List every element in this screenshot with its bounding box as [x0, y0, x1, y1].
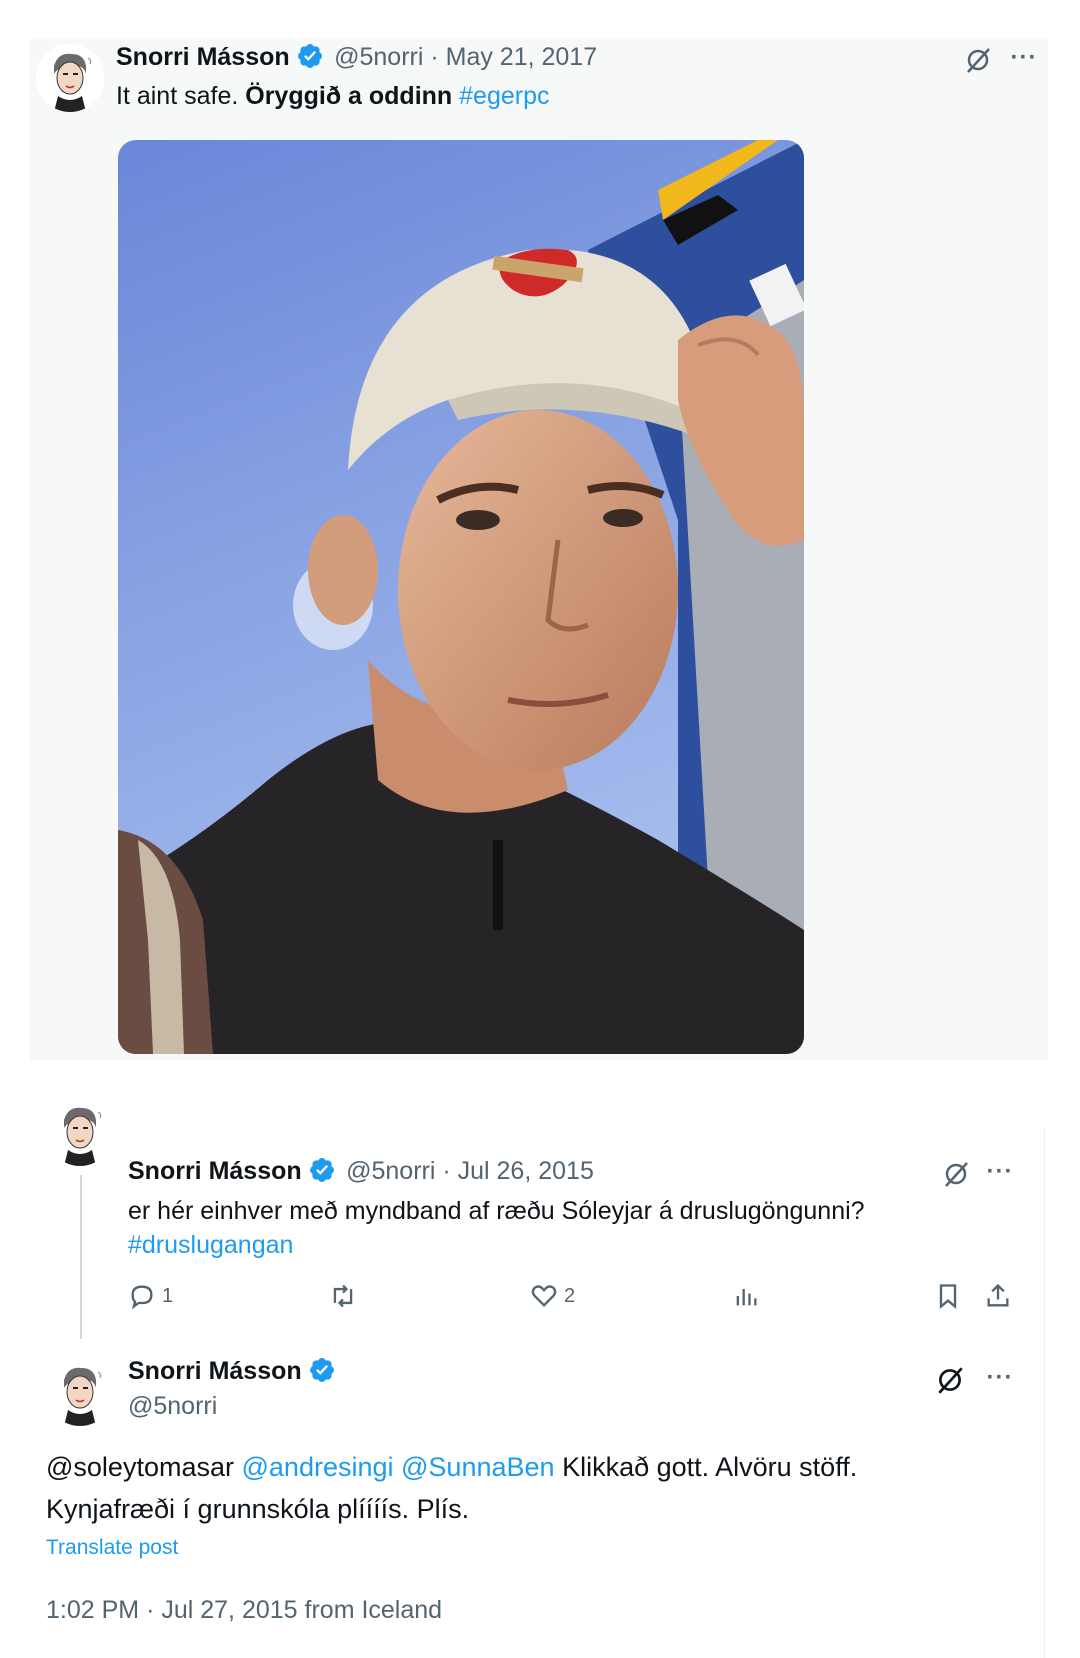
author-name[interactable]: Snorri Másson [128, 1357, 302, 1385]
translate-post-link[interactable]: Translate post [46, 1536, 178, 1560]
tweet-date[interactable]: Jul 26, 2015 [458, 1157, 594, 1185]
tweet-timestamp: 1:02 PM · Jul 27, 2015 from Iceland [46, 1596, 442, 1625]
avatar[interactable] [36, 44, 104, 112]
reply-icon [131, 1285, 153, 1310]
verified-badge-icon [309, 1358, 334, 1382]
author-handle[interactable]: @5norri [346, 1157, 435, 1185]
tweet-text-rest: Klikkað gott. Alvöru stöff. [562, 1452, 858, 1482]
bookmark-icon [939, 1284, 957, 1309]
views-chart-icon [736, 1289, 757, 1306]
share-button[interactable] [984, 1282, 1012, 1310]
grok-icon[interactable] [938, 1156, 974, 1192]
mention-plain: @soleytomasar [46, 1452, 234, 1482]
thread-line [80, 1175, 82, 1339]
column-divider [1044, 1128, 1045, 1658]
heart-icon [531, 1285, 557, 1307]
tweet-text-line: Kynjafræði í grunnskóla plíííís. Plís. [46, 1494, 470, 1524]
reply-button[interactable]: 1 [128, 1282, 173, 1310]
tweet-header: Snorri Másson @5norri · May 21, 2017 [116, 43, 598, 71]
share-icon [987, 1283, 1009, 1307]
author-handle[interactable]: @5norri [334, 43, 423, 71]
tweet-header: Snorri Másson [128, 1356, 336, 1386]
more-options-icon[interactable]: ··· [982, 1154, 1018, 1190]
repost-icon [333, 1284, 353, 1308]
tweet-text-line: @soleytomasar @andresingi @SunnaBen Klik… [46, 1446, 857, 1488]
tweet-date[interactable]: May 21, 2017 [446, 43, 598, 71]
hashtag-link[interactable]: #egerpc [459, 82, 549, 110]
tweet-photo[interactable] [118, 140, 804, 1054]
tweet-text: It aint safe. Öryggið a oddinn #egerpc [116, 82, 550, 111]
grok-icon[interactable] [932, 1362, 968, 1398]
more-options-icon[interactable]: ··· [1006, 40, 1042, 76]
separator: · [146, 1596, 155, 1624]
author-name[interactable]: Snorri Másson [116, 43, 290, 71]
grok-icon[interactable] [960, 42, 996, 78]
tweet-date[interactable]: Jul 27, 2015 [161, 1596, 297, 1624]
like-button[interactable]: 2 [530, 1282, 575, 1310]
hashtag-link[interactable]: #druslugangan [128, 1228, 865, 1262]
tweet-location: from Iceland [304, 1596, 443, 1624]
verified-badge-icon [297, 44, 322, 68]
author-name[interactable]: Snorri Másson [128, 1157, 302, 1185]
mention-link[interactable]: @SunnaBen [401, 1452, 555, 1482]
tweet-time[interactable]: 1:02 PM [46, 1596, 139, 1624]
author-handle[interactable]: @5norri [128, 1392, 217, 1421]
tweet-text: er hér einhver með myndband af ræðu Sóle… [128, 1194, 865, 1262]
like-count: 2 [564, 1284, 576, 1307]
views-button[interactable] [732, 1282, 760, 1310]
tweet-text-line: er hér einhver með myndband af ræðu Sóle… [128, 1197, 865, 1225]
more-options-icon[interactable]: ··· [982, 1360, 1018, 1396]
tweet-text-bold: Öryggið a oddinn [245, 82, 453, 110]
avatar[interactable] [46, 1098, 114, 1166]
reply-count: 1 [162, 1284, 174, 1307]
bookmark-button[interactable] [934, 1282, 962, 1310]
tweet-header: Snorri Másson @5norri · Jul 26, 2015 [128, 1157, 594, 1185]
tweet-text-plain: It aint safe. [116, 82, 239, 110]
repost-button[interactable] [328, 1282, 358, 1310]
mention-link[interactable]: @andresingi [242, 1452, 394, 1482]
avatar[interactable] [46, 1358, 114, 1426]
verified-badge-icon [309, 1158, 334, 1182]
tweet-text: @soleytomasar @andresingi @SunnaBen Klik… [46, 1446, 857, 1530]
